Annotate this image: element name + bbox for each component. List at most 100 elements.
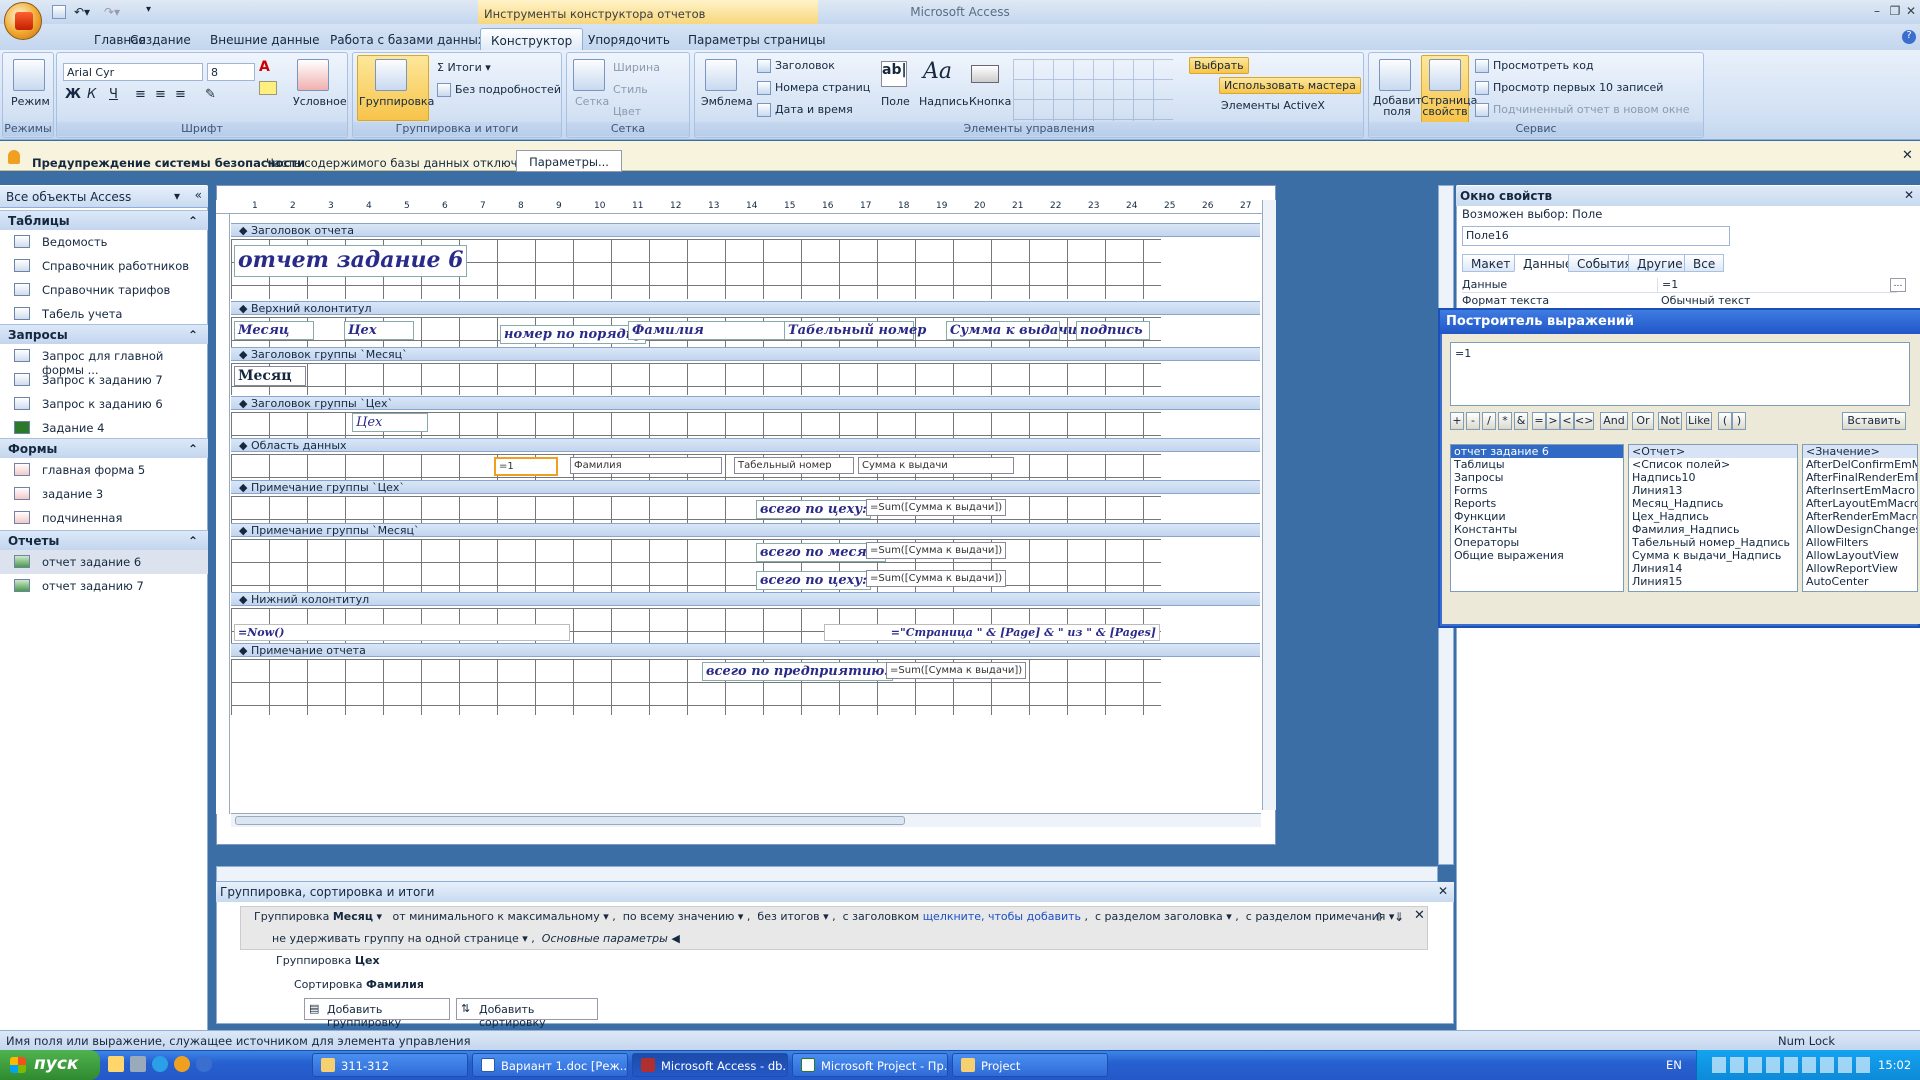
tab-create[interactable]: Создание bbox=[120, 28, 201, 50]
total-month-field[interactable]: =Sum([Сумма к выдачи]) bbox=[866, 542, 1006, 559]
nav-section-queries[interactable]: Запросы ⌃ bbox=[0, 324, 208, 344]
no-details-button[interactable]: Без подробностей bbox=[437, 83, 561, 97]
month-field[interactable]: Месяц bbox=[234, 366, 306, 386]
right-item[interactable]: AllowLayoutView bbox=[1803, 549, 1917, 562]
field-icon[interactable]: ab| bbox=[881, 61, 907, 87]
move-up-icon[interactable]: ⇑ bbox=[1374, 910, 1384, 924]
activex-button[interactable]: Элементы ActiveX bbox=[1221, 99, 1325, 112]
design-horizontal-scrollbar[interactable] bbox=[231, 813, 1261, 827]
nav-item-form[interactable]: главная форма 5 bbox=[0, 458, 208, 482]
scroll-thumb[interactable] bbox=[235, 816, 905, 825]
middle-item[interactable]: Линия14 bbox=[1629, 562, 1797, 575]
group-sort-close-icon[interactable]: ✕ bbox=[1438, 884, 1448, 898]
header-shop-label[interactable]: Цех bbox=[344, 321, 414, 340]
band-report-footer[interactable]: ◆ Примечание отчета bbox=[231, 643, 1260, 657]
op-multiply-button[interactable]: * bbox=[1498, 412, 1512, 430]
tree-item[interactable]: Forms bbox=[1451, 484, 1623, 497]
logo-icon[interactable] bbox=[705, 59, 737, 91]
nav-section-tables[interactable]: Таблицы ⌃ bbox=[0, 210, 208, 230]
tab-database-tools[interactable]: Работа с базами данных bbox=[320, 28, 495, 50]
add-group-button[interactable]: ▤ Добавить группировку bbox=[304, 998, 450, 1029]
taskbar-button-folder[interactable]: Project bbox=[952, 1053, 1108, 1077]
outer-horizontal-scrollbar[interactable] bbox=[216, 866, 1438, 882]
band-group-header-shop[interactable]: ◆ Заголовок группы `Цех` bbox=[231, 396, 1260, 410]
grouping-button[interactable]: Группировка bbox=[359, 95, 434, 108]
band-group-footer-shop[interactable]: ◆ Примечание группы `Цех` bbox=[231, 480, 1260, 494]
nav-section-reports[interactable]: Отчеты ⌃ bbox=[0, 530, 208, 550]
language-indicator[interactable]: EN bbox=[1666, 1058, 1682, 1072]
group-by[interactable]: по всему значению bbox=[623, 910, 735, 923]
logo-button[interactable]: Эмблема bbox=[701, 95, 753, 108]
group-less-link[interactable]: Основные параметры bbox=[542, 932, 668, 945]
label-icon[interactable]: Aa bbox=[923, 59, 952, 84]
property-sheet-close-icon[interactable]: ✕ bbox=[1904, 188, 1914, 202]
tab-arrange[interactable]: Упорядочить bbox=[578, 28, 680, 50]
width-button[interactable]: Ширина bbox=[613, 61, 660, 74]
property-sheet-button[interactable]: Страница свойств bbox=[1421, 95, 1477, 117]
object-selector[interactable]: Поле16 bbox=[1462, 226, 1730, 246]
nav-item-query[interactable]: Запрос для главной формы ... bbox=[0, 344, 208, 377]
middle-item[interactable]: <Отчет> bbox=[1629, 445, 1797, 458]
nav-item-table[interactable]: Ведомость bbox=[0, 230, 208, 254]
group-header-section[interactable]: с разделом заголовка bbox=[1095, 910, 1223, 923]
middle-item[interactable]: Цех_Надпись bbox=[1629, 510, 1797, 523]
align-center-icon[interactable]: ≡ bbox=[155, 87, 166, 102]
nav-item-form[interactable]: задание 3 bbox=[0, 482, 208, 506]
taskbar-button-word[interactable]: Вариант 1.doc [Реж... bbox=[472, 1053, 628, 1077]
total-company-label[interactable]: всего по предприятию: bbox=[702, 662, 894, 681]
band-page-footer[interactable]: ◆ Нижний колонтитул bbox=[231, 592, 1260, 606]
format-painter-icon[interactable]: ✎ bbox=[205, 87, 216, 102]
add-fields-button[interactable]: Добавить поля bbox=[1373, 95, 1428, 117]
tab-page-setup[interactable]: Параметры страницы bbox=[678, 28, 836, 50]
grouping-icon[interactable] bbox=[375, 59, 407, 91]
build-button[interactable]: … bbox=[1890, 278, 1906, 292]
right-item[interactable]: <Значение> bbox=[1803, 445, 1917, 458]
nav-item-query[interactable]: Запрос к заданию 7 bbox=[0, 368, 208, 392]
design-vertical-scrollbar[interactable] bbox=[1262, 200, 1276, 810]
middle-item[interactable]: Линия13 bbox=[1629, 484, 1797, 497]
header-surname-label[interactable]: Фамилия bbox=[628, 321, 786, 340]
op-rparen-button[interactable]: ) bbox=[1732, 412, 1746, 430]
style-button[interactable]: Стиль bbox=[613, 83, 648, 96]
quicklaunch-icon[interactable] bbox=[196, 1056, 212, 1072]
total-shop-field[interactable]: =Sum([Сумма к выдачи]) bbox=[866, 499, 1006, 516]
middle-item[interactable]: <Список полей> bbox=[1629, 458, 1797, 471]
prop-tab-layout[interactable]: Макет bbox=[1462, 254, 1520, 272]
builder-tree-list[interactable]: отчет задание 6 Таблицы Запросы Forms Re… bbox=[1450, 444, 1624, 592]
band-detail[interactable]: ◆ Область данных bbox=[231, 438, 1260, 452]
controls-gallery[interactable] bbox=[1013, 59, 1173, 121]
nav-item-table[interactable]: Табель учета bbox=[0, 302, 208, 326]
page-numbers-button[interactable]: Номера страниц bbox=[757, 81, 870, 95]
right-item[interactable]: AfterFinalRenderEmMacro bbox=[1803, 471, 1917, 484]
field-button[interactable]: Поле bbox=[881, 95, 910, 108]
tree-item[interactable]: Константы bbox=[1451, 523, 1623, 536]
op-and-button[interactable]: And bbox=[1600, 412, 1628, 430]
view-icon[interactable] bbox=[13, 59, 45, 91]
middle-item[interactable]: Фамилия_Надпись bbox=[1629, 523, 1797, 536]
tree-item[interactable]: Операторы bbox=[1451, 536, 1623, 549]
font-size-combo[interactable]: 8 bbox=[207, 63, 255, 81]
button-control-button[interactable]: Кнопка bbox=[969, 95, 1011, 108]
band-group-footer-month[interactable]: ◆ Примечание группы `Месяц` bbox=[231, 523, 1260, 537]
nav-collapse-icon[interactable]: « bbox=[195, 188, 202, 202]
group-header-link[interactable]: щелкните, чтобы добавить bbox=[923, 910, 1081, 923]
chevron-up-icon[interactable]: ⌃ bbox=[188, 214, 198, 228]
op-concat-button[interactable]: & bbox=[1514, 412, 1528, 430]
nav-header[interactable]: Все объекты Access ▾ « bbox=[0, 186, 208, 208]
counter-field-selected[interactable]: =1 bbox=[494, 457, 558, 476]
op-greater-button[interactable]: > bbox=[1546, 412, 1560, 430]
builder-middle-list[interactable]: <Отчет> <Список полей> Надпись10 Линия13… bbox=[1628, 444, 1798, 592]
font-color-icon[interactable]: A bbox=[259, 59, 277, 77]
add-fields-icon[interactable] bbox=[1379, 59, 1411, 91]
quicklaunch-icon[interactable] bbox=[108, 1056, 124, 1072]
tabnum-field[interactable]: Табельный номер bbox=[734, 457, 854, 474]
tree-item[interactable]: Запросы bbox=[1451, 471, 1623, 484]
nav-item-query[interactable]: Задание 4 bbox=[0, 416, 208, 440]
band-page-header[interactable]: ◆ Верхний колонтитул bbox=[231, 301, 1260, 315]
page-number-field[interactable]: ="Страница " & [Page] & " из " & [Pages] bbox=[824, 624, 1160, 641]
preview-top10-button[interactable]: Просмотр первых 10 записей bbox=[1475, 81, 1663, 95]
nav-item-table[interactable]: Справочник тарифов bbox=[0, 278, 208, 302]
header-sign-label[interactable]: подпись bbox=[1076, 321, 1150, 340]
taskbar-button-folder[interactable]: 311-312 bbox=[312, 1053, 468, 1077]
totals-button[interactable]: Σ Итоги ▾ bbox=[437, 61, 491, 74]
